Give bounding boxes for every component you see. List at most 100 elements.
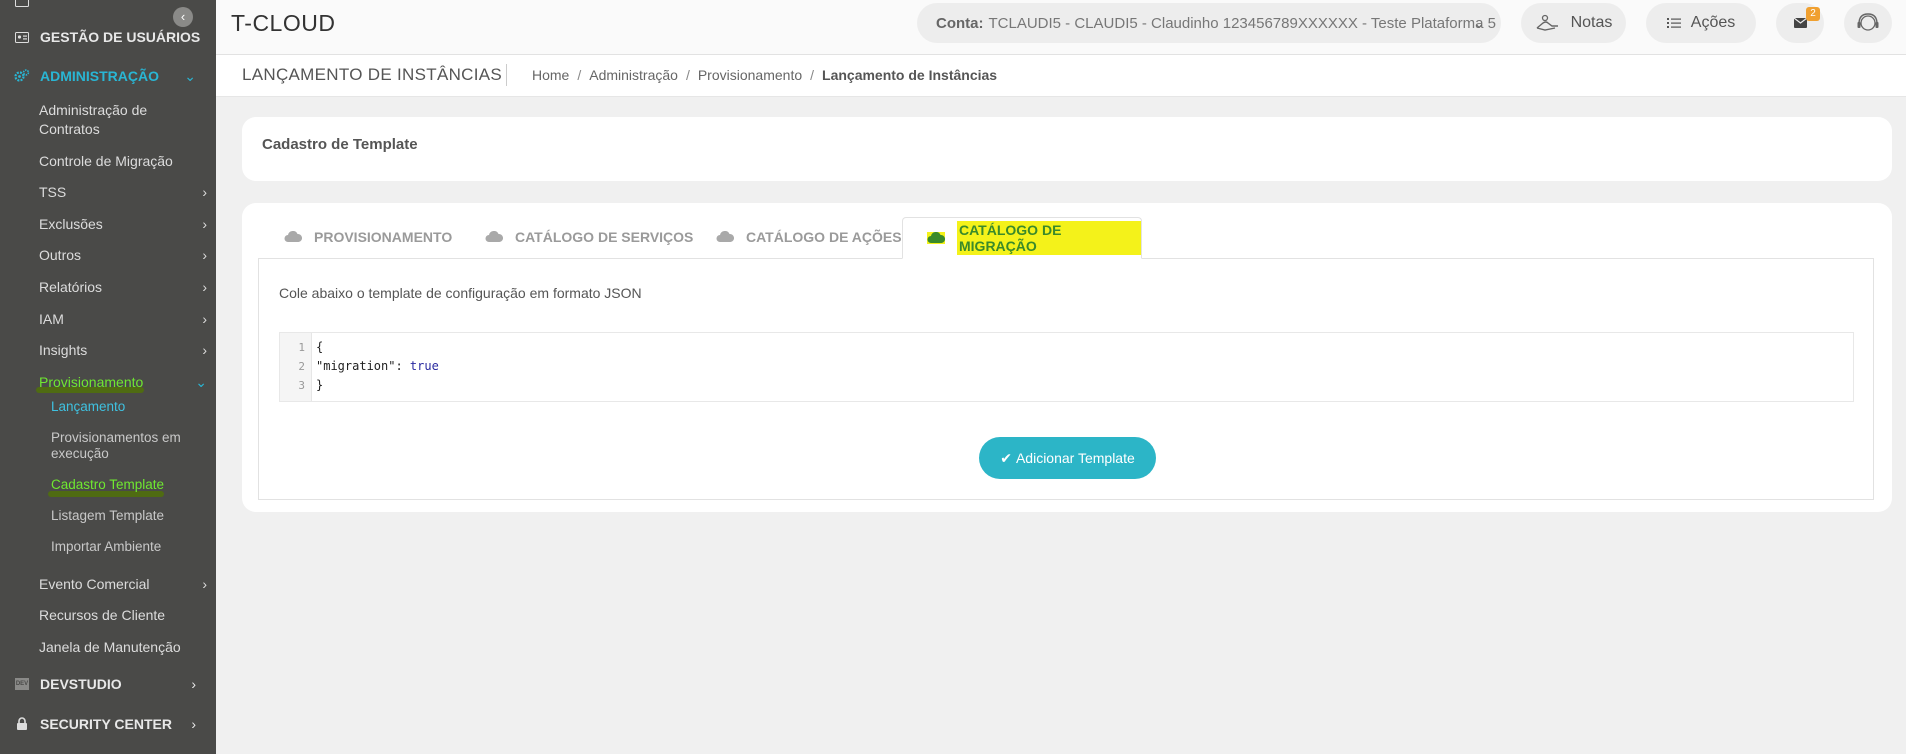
sidebar-item-label: Evento Comercial: [39, 576, 150, 592]
sidebar-subitem-label: Importar Ambiente: [51, 539, 162, 554]
sidebar-item-evento-comercial[interactable]: Evento Comercial ›: [39, 575, 207, 594]
mail-button[interactable]: 2: [1776, 3, 1824, 43]
sidebar-subitem-label: Lançamento: [51, 399, 126, 414]
sidebar-subitem-label: Provisionamentos em execução: [51, 430, 181, 461]
sidebar-item-label: Outros: [39, 247, 82, 263]
template-title-card: Cadastro de Template: [242, 117, 1892, 181]
chevron-right-icon: ›: [191, 716, 196, 732]
actions-label: Ações: [1690, 14, 1736, 31]
sidebar-item-label: Janela de Manutenção: [39, 639, 181, 655]
chevron-down-icon: ⌄: [184, 67, 196, 84]
sidebar-subitem-cadastro-template[interactable]: Cadastro Template: [51, 477, 201, 493]
sidebar-section-administracao[interactable]: ADMINISTRAÇÃO ⌄: [0, 67, 216, 85]
sidebar-item-outros[interactable]: Outros ›: [39, 246, 207, 265]
list-icon: [1666, 18, 1681, 28]
breadcrumb-provisionamento[interactable]: Provisionamento: [698, 67, 802, 83]
sidebar-section-label: ADMINISTRAÇÃO: [40, 68, 159, 84]
sidebar-item-iam[interactable]: IAM ›: [39, 310, 207, 329]
sidebar-item-migracao[interactable]: Controle de Migração: [39, 152, 204, 171]
sidebar-item-label: IAM: [39, 311, 64, 327]
code-line: }: [316, 378, 324, 392]
tab-provisionamento[interactable]: PROVISIONAMENTO: [284, 217, 452, 257]
breadcrumb-separator: /: [685, 67, 690, 83]
sidebar-subitem-listagem-template[interactable]: Listagem Template: [51, 508, 201, 524]
account-label: Conta:: [936, 14, 984, 32]
cloud-icon: [716, 231, 734, 243]
sidebar-item-label: Exclusões: [39, 216, 103, 232]
json-editor[interactable]: 1 2 3 { "migration": true }: [279, 332, 1854, 402]
sidebar-item-contratos[interactable]: Administração de Contratos: [39, 101, 204, 139]
sidebar-item-janela-manutencao[interactable]: Janela de Manutenção: [39, 638, 204, 657]
tab-catalogo-migracao[interactable]: CATÁLOGO DE MIGRAÇÃO: [902, 217, 1142, 259]
editor-gutter: 1 2 3: [280, 333, 312, 401]
sidebar-item-label: Administração de Contratos: [39, 102, 148, 137]
headset-icon: [1857, 13, 1879, 31]
sidebar-section-devstudio[interactable]: DEV DEVSTUDIO ›: [0, 675, 216, 693]
chevron-right-icon: ›: [202, 216, 207, 232]
sidebar-subitem-importar-ambiente[interactable]: Importar Ambiente: [51, 539, 201, 555]
sidebar-item-label: Recursos de Cliente: [39, 607, 166, 623]
sidebar-item-exclusoes[interactable]: Exclusões ›: [39, 215, 207, 234]
id-card-icon: [14, 29, 30, 45]
sidebar-item-label: Relatórios: [39, 279, 103, 295]
breadcrumb-administracao[interactable]: Administração: [589, 67, 678, 83]
sidebar-item-provisionamento[interactable]: Provisionamento ⌄: [39, 373, 207, 392]
lock-icon: [14, 716, 30, 732]
chevron-right-icon: ›: [202, 279, 207, 295]
tab-panel-migracao: Cole abaixo o template de configuração e…: [258, 258, 1874, 500]
notes-hand-icon: [1536, 14, 1558, 31]
add-template-button[interactable]: ✔ Adicionar Template: [979, 437, 1156, 479]
notes-button[interactable]: Notas: [1521, 3, 1626, 43]
breadcrumb-home[interactable]: Home: [532, 67, 569, 83]
tab-label: CATÁLOGO DE MIGRAÇÃO: [957, 221, 1141, 255]
actions-button[interactable]: Ações: [1646, 3, 1756, 43]
tab-label: PROVISIONAMENTO: [314, 229, 453, 245]
sidebar-item-recursos-cliente[interactable]: Recursos de Cliente: [39, 606, 204, 625]
breadcrumb-bar: LANÇAMENTO DE INSTÂNCIAS Home / Administ…: [216, 55, 1906, 97]
cloud-icon: [485, 231, 503, 243]
sidebar-section-security-center[interactable]: SECURITY CENTER ›: [0, 715, 216, 733]
account-selector[interactable]: Conta: TCLAUDI5 - CLAUDI5 - Claudinho 12…: [917, 3, 1501, 43]
support-button[interactable]: [1844, 3, 1892, 43]
sidebar-section-gestao[interactable]: GESTÃO DE USUÁRIOS: [0, 28, 216, 46]
chevron-right-icon: ›: [202, 247, 207, 263]
sidebar-item-label: Provisionamento: [39, 374, 144, 390]
line-number: 2: [298, 360, 305, 373]
sidebar-item-insights[interactable]: Insights ›: [39, 341, 207, 360]
chevron-right-icon: ›: [202, 184, 207, 200]
sidebar-item-relatorios[interactable]: Relatórios ›: [39, 278, 207, 297]
sidebar-section-label: DEVSTUDIO: [40, 676, 122, 692]
sidebar-item-label: Controle de Migração: [39, 153, 173, 169]
breadcrumb-separator: /: [577, 67, 582, 83]
sidebar-item-tss[interactable]: TSS ›: [39, 183, 207, 202]
line-number: 3: [298, 379, 305, 392]
sidebar-subitem-em-execucao[interactable]: Provisionamentos em execução: [51, 430, 201, 462]
sidebar-subitem-lancamento[interactable]: Lançamento: [51, 399, 201, 415]
check-icon: ✔: [1000, 449, 1012, 466]
envelope-icon: [1793, 18, 1807, 28]
line-number: 1: [298, 341, 305, 354]
sidebar-section-top-cutoff[interactable]: [0, 0, 216, 8]
tab-catalogo-servicos[interactable]: CATÁLOGO DE SERVIÇOS: [485, 217, 693, 257]
top-header: T-CLOUD Conta: TCLAUDI5 - CLAUDI5 - Clau…: [216, 0, 1906, 55]
sidebar-subitem-label: Cadastro Template: [51, 477, 165, 492]
sidebar-section-label: SECURITY CENTER: [40, 716, 172, 732]
sidebar-item-label: Insights: [39, 342, 88, 358]
page-title: LANÇAMENTO DE INSTÂNCIAS: [242, 65, 503, 84]
code-line: {: [316, 340, 324, 354]
chevron-down-icon: ⌄: [1473, 14, 1485, 31]
breadcrumb-current: Lançamento de Instâncias: [822, 67, 998, 83]
chevron-left-icon[interactable]: ‹: [173, 7, 193, 27]
instruction-text: Cole abaixo o template de configuração e…: [279, 285, 642, 301]
sidebar-section-label: GESTÃO DE USUÁRIOS: [40, 29, 201, 45]
tab-catalogo-acoes[interactable]: CATÁLOGO DE AÇÕES: [716, 217, 902, 257]
brand-title: T-CLOUD: [231, 10, 336, 36]
cloud-icon: [284, 231, 302, 243]
dev-icon: DEV: [14, 676, 30, 692]
chevron-right-icon: ›: [202, 311, 207, 327]
template-form-card: PROVISIONAMENTO CATÁLOGO DE SERVIÇOS CAT…: [242, 203, 1892, 512]
breadcrumb-separator: /: [810, 67, 815, 83]
sidebar-subitem-label: Listagem Template: [51, 508, 165, 523]
notes-label: Notas: [1570, 14, 1613, 31]
tab-label: CATÁLOGO DE SERVIÇOS: [515, 229, 694, 245]
